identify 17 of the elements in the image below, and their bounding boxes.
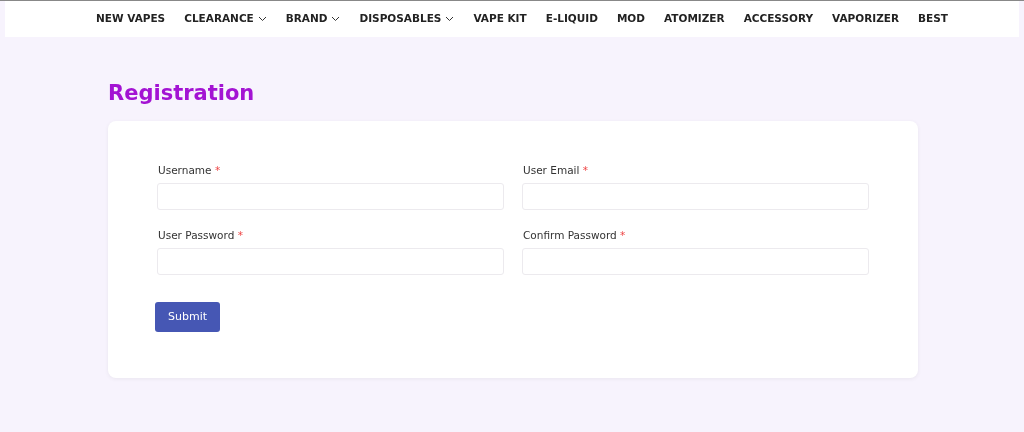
nav-link[interactable]: BRAND <box>285 11 341 27</box>
field-label: User Email * <box>523 163 589 177</box>
nav-link[interactable]: DISPOSABLES <box>359 11 455 27</box>
submit-button[interactable]: Submit <box>155 302 220 332</box>
nav-link[interactable]: VAPE KIT <box>473 11 527 27</box>
page-title: Registration <box>108 80 256 107</box>
nav-link[interactable]: MOD <box>616 11 645 27</box>
nav-link[interactable]: ATOMIZER <box>664 11 725 27</box>
nav-link[interactable]: CLEARANCE <box>184 11 267 27</box>
nav-link[interactable]: VAPORIZER <box>832 11 900 27</box>
field-label: Confirm Password * <box>523 228 627 242</box>
nav-link[interactable]: ACCESSORY <box>743 11 814 27</box>
nav-link[interactable]: E-LIQUID <box>545 11 598 27</box>
field-label: User Password * <box>158 228 244 242</box>
nav-link[interactable]: NEW VAPES <box>96 11 166 27</box>
field-label: Username * <box>158 163 222 177</box>
nav-link[interactable]: BEST <box>918 11 948 27</box>
